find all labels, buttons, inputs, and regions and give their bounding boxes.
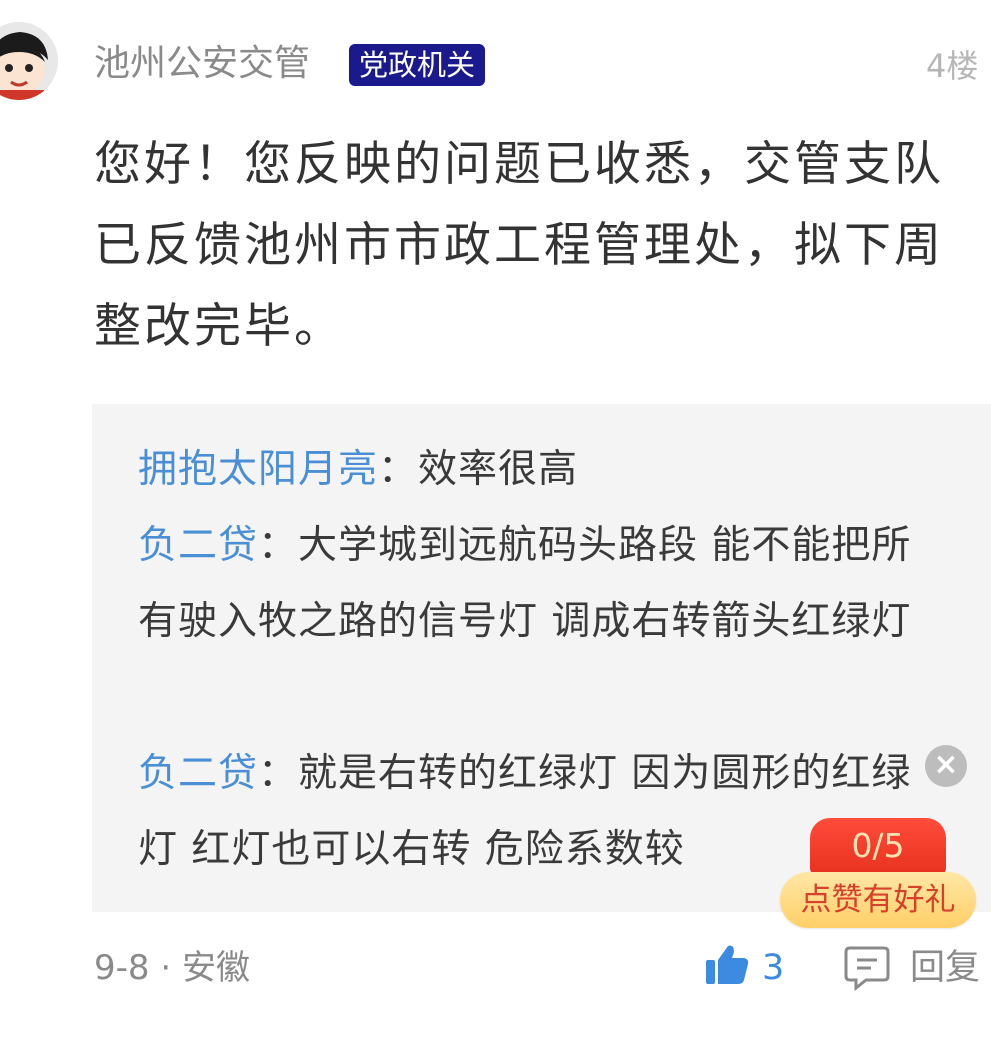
author-name[interactable]: 池州公安交管 bbox=[94, 40, 310, 88]
like-gift-progress[interactable]: 0/5 bbox=[810, 818, 946, 876]
sub-reply-text: 效率很高 bbox=[418, 447, 579, 492]
author-avatar[interactable] bbox=[0, 22, 58, 100]
like-count[interactable]: 3 bbox=[762, 946, 784, 990]
sub-reply-user[interactable]: 负二贷 bbox=[138, 751, 258, 796]
sub-reply-separator: ： bbox=[378, 447, 419, 492]
sub-reply-user[interactable]: 拥抱太阳月亮 bbox=[138, 447, 378, 492]
close-icon[interactable]: × bbox=[925, 745, 967, 787]
sub-reply-separator: ： bbox=[258, 523, 299, 568]
comment-text: 您好！您反映的问题已收悉，交管支队已反馈池州市市政工程管理处，拟下周整改完毕。 bbox=[94, 137, 944, 354]
sub-reply[interactable]: 拥抱太阳月亮：效率很高 bbox=[138, 432, 938, 508]
reply-button[interactable]: 回复 bbox=[910, 946, 980, 990]
like-gift-button[interactable]: 点赞有好礼 bbox=[780, 872, 976, 928]
comment-icon[interactable] bbox=[844, 944, 890, 992]
official-badge: 党政机关 bbox=[349, 44, 486, 86]
thumbs-up-icon[interactable] bbox=[704, 942, 750, 988]
floor-number: 4楼 bbox=[926, 47, 979, 85]
date-location: 9-8 · 安徽 bbox=[94, 948, 250, 988]
sub-reply-separator: ： bbox=[258, 751, 299, 796]
sub-reply[interactable]: 负二贷：大学城到远航码头路段 能不能把所有驶入牧之路的信号灯 调成右转箭头红绿灯 bbox=[138, 508, 938, 660]
avatar-face-icon bbox=[0, 22, 58, 100]
sub-reply-user[interactable]: 负二贷 bbox=[138, 523, 258, 568]
